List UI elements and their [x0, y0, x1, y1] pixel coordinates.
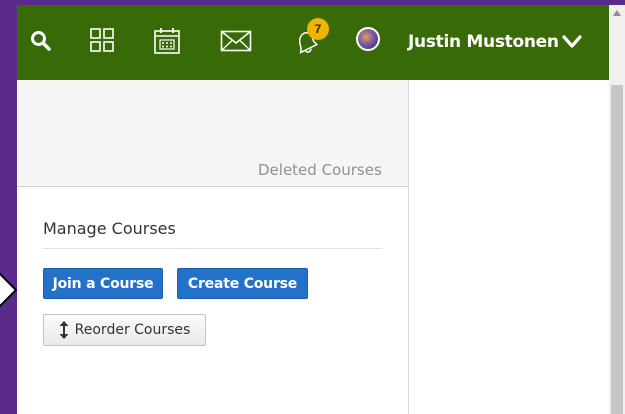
heading-divider [43, 248, 382, 249]
apps-grid-icon[interactable] [89, 27, 115, 53]
reorder-courses-button[interactable]: Reorder Courses [43, 314, 206, 346]
create-course-button[interactable]: Create Course [177, 268, 308, 299]
vertical-arrows-icon [59, 321, 69, 339]
right-panel [409, 80, 609, 414]
calendar-icon[interactable] [153, 27, 181, 55]
reorder-label: Reorder Courses [74, 322, 191, 338]
deleted-courses-link[interactable]: Deleted Courses [258, 161, 382, 179]
search-icon[interactable] [30, 30, 52, 52]
left-edge [0, 0, 17, 414]
scrollbar[interactable] [609, 5, 625, 414]
scrollbar-thumb[interactable] [611, 85, 623, 414]
chevron-down-icon[interactable] [562, 35, 582, 49]
scroll-up-arrow-icon[interactable] [613, 10, 621, 16]
notification-badge: 7 [307, 18, 329, 40]
mail-icon[interactable] [220, 30, 252, 52]
join-course-button[interactable]: Join a Course [43, 268, 163, 299]
avatar[interactable] [356, 27, 380, 51]
manage-courses-heading: Manage Courses [43, 219, 176, 238]
user-name[interactable]: Justin Mustonen [408, 32, 559, 52]
